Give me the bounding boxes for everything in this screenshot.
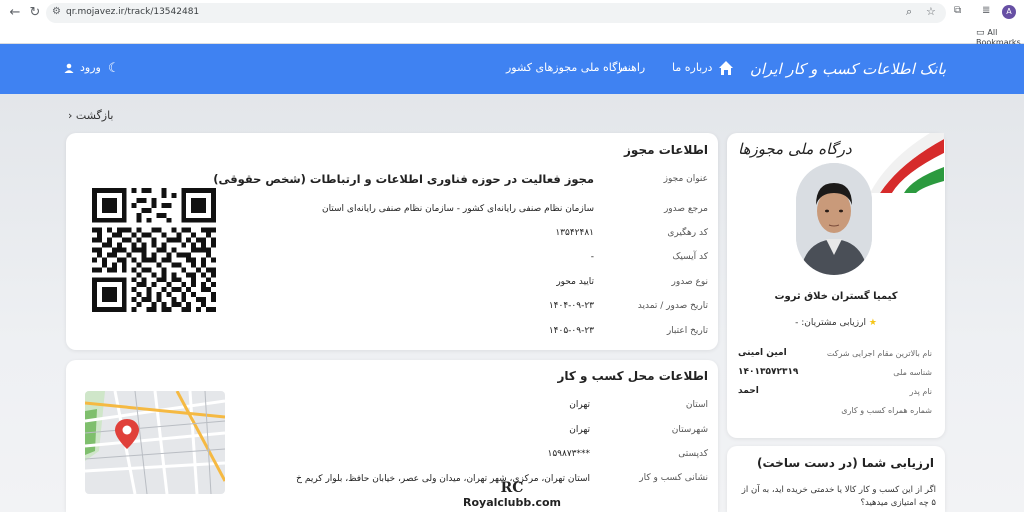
site-header: بانک اطلاعات کسب و کار ایران درباره ما ر… [0,44,1024,94]
profile-avatar[interactable]: A [1002,5,1016,19]
company-name: کیمیا گستران خلاق ثروت [774,291,898,302]
address-bar[interactable]: ⚙ qr.mojavez.ir/track/13542481 ⌕ ☆ [46,3,946,23]
expiry-date-value: ۱۴۰۵-۰۹-۲۳ [548,326,594,336]
row-label: عنوان مجوز [663,174,708,184]
tracking-code-value: ۱۳۵۴۲۴۸۱ [555,228,594,238]
row-label: کد آیسیک [672,252,708,262]
back-arrow-icon[interactable]: ← [6,4,24,22]
watermark: RC Royalclubb.com [462,480,562,512]
location-card-title: اطلاعات محل کسب و کار [557,369,708,383]
watermark-logo: RC [500,480,524,496]
county-value: تهران [569,425,590,435]
location-map[interactable] [85,391,225,494]
row-label: نام بالاترین مقام اجرایی شرکت [826,349,932,358]
father-name-value: احمد [738,386,759,396]
row-label: کدپستی [678,449,708,459]
row-label: نام پدر [909,387,932,396]
national-id-value: ۱۴۰۱۳۵۷۲۳۱۹ [738,367,799,377]
row-label: شناسه ملی [893,368,932,377]
url-text[interactable]: qr.mojavez.ir/track/13542481 [66,7,199,17]
row-label: شماره همراه کسب و کاری [841,406,932,415]
back-link[interactable]: بازگشت ‹ [68,109,113,122]
reload-icon[interactable]: ↻ [26,4,44,22]
folder-icon: ▭ [976,28,988,38]
star-icon: ★ [865,318,877,328]
issue-date-value: ۱۴۰۴-۰۹-۲۳ [548,301,594,311]
row-label: نوع صدور [671,277,708,287]
bookmark-star-icon[interactable]: ☆ [926,5,936,18]
browser-toolbar: ← ↻ ⚙ qr.mojavez.ir/track/13542481 ⌕ ☆ ⧉… [0,0,1024,47]
evaluation-question: اگر از این کسب و کار کالا یا خدمتی خریده… [741,485,936,508]
reading-list-icon[interactable]: ≣ [982,5,990,16]
site-info-icon[interactable]: ⚙ [52,6,61,17]
row-label: مرجع صدور [663,204,708,214]
row-label: استان [685,400,708,410]
row-label: تاریخ صدور / تمدید [637,301,708,311]
issuer-value: سازمان نظام صنفی رایانه‌ای کشور - سازمان… [321,204,594,214]
watermark-text: Royalclubb.com [463,496,561,509]
issue-type-value: تایید محور [556,277,594,287]
evaluation-title: ارزیابی شما (در دست ساخت) [756,456,934,470]
qr-code [92,188,216,312]
ceo-name-value: امین امینی [738,348,787,358]
isic-code-value: - [590,252,594,262]
row-label: نشانی کسب و کار [639,473,708,483]
login-button[interactable]: ورود [80,61,101,74]
zoom-icon[interactable]: ⌕ [906,5,912,19]
license-card-title: اطلاعات مجوز [624,143,708,157]
row-label: تاریخ اعتبار [666,326,708,336]
nav-national-portal[interactable]: درگاه ملی مجوزهای کشور [506,61,628,74]
person-photo [796,163,872,275]
license-title-value: مجوز فعالیت در حوزه فناوری اطلاعات و ارت… [213,172,594,186]
iran-flag-icon [870,133,944,193]
province-value: تهران [569,400,590,410]
chevron-left-icon: ‹ [68,109,73,122]
nav-about[interactable]: درباره ما [672,61,712,74]
row-label: شهرستان [671,425,708,435]
row-label: کد رهگیری [667,228,708,238]
dark-mode-icon[interactable]: ☾ [108,61,120,76]
extensions-icon[interactable]: ⧉ [954,5,961,16]
postal-code-value: ***۱۵۹۸۷۳ [547,449,590,459]
portal-badge: درگاه ملی مجوزها [738,140,852,158]
customer-rating: ★ ارزیابی مشتریان: - [795,318,877,328]
site-brand[interactable]: بانک اطلاعات کسب و کار ایران [750,60,946,78]
user-icon[interactable] [64,63,74,73]
home-icon[interactable] [718,60,734,76]
